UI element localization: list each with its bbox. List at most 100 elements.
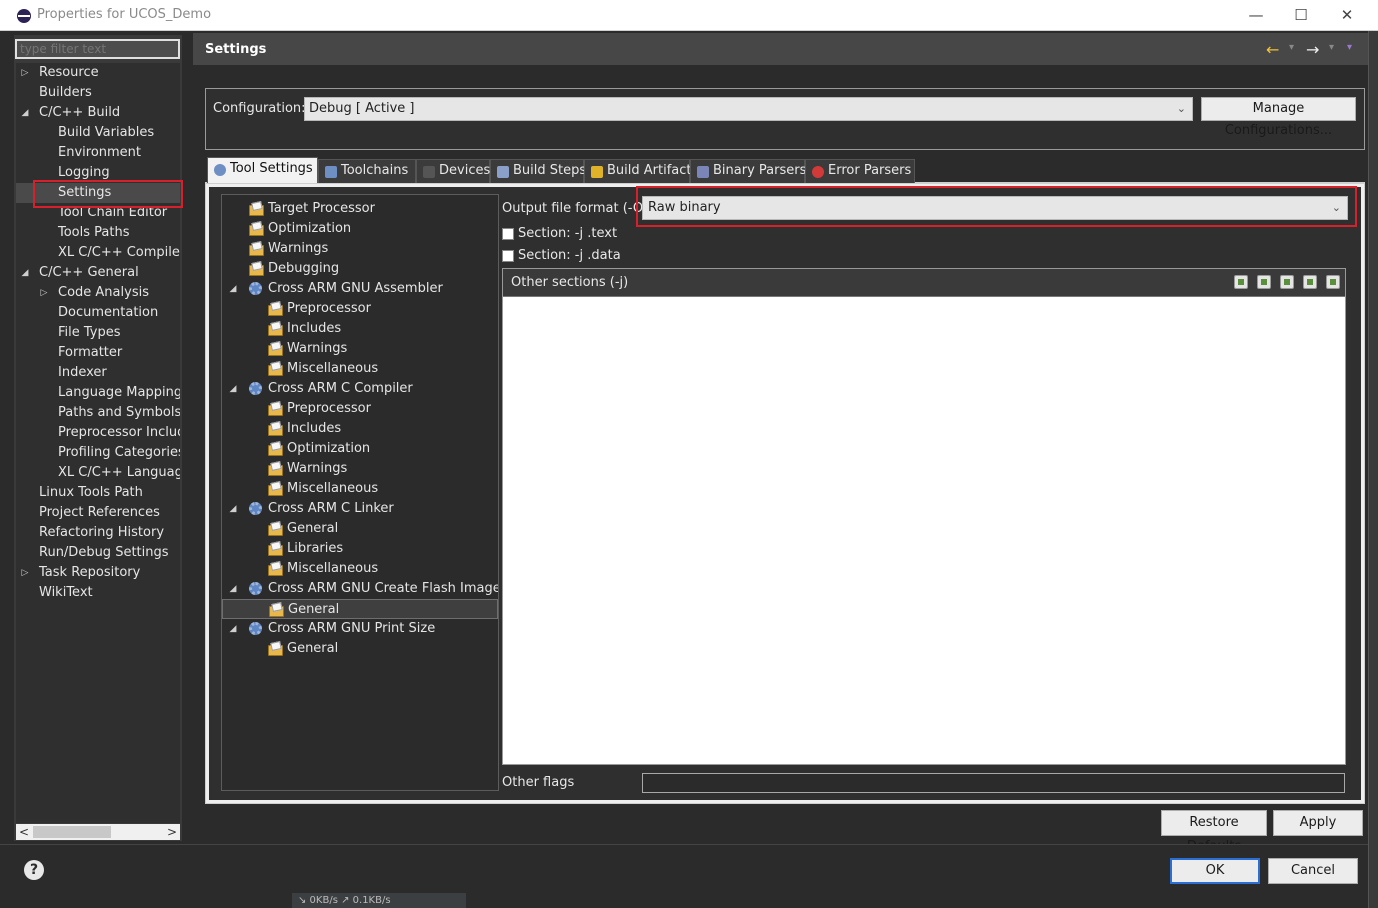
nav-item-indexer[interactable]: Indexer (16, 363, 180, 383)
binary-icon (697, 166, 709, 178)
nav-item-task-repository[interactable]: ▷ Task Repository (16, 563, 180, 583)
filter-input[interactable] (15, 39, 180, 59)
help-icon[interactable]: ? (24, 860, 44, 880)
tab-error-parsers[interactable]: Error Parsers (805, 159, 915, 183)
forward-arrow-icon[interactable]: → (1306, 40, 1319, 59)
tool-option-node[interactable]: Preprocessor (222, 399, 498, 419)
nav-item-environment[interactable]: Environment (16, 143, 180, 163)
tab-strip: Tool Settings Toolchains Devices Build Step… (205, 157, 1365, 184)
collapse-icon[interactable]: ◢ (228, 279, 238, 299)
tool-option-node[interactable]: General (222, 519, 498, 539)
expand-icon[interactable]: ▷ (20, 63, 30, 83)
close-button[interactable]: ✕ (1333, 4, 1361, 26)
edit-icon[interactable] (1280, 275, 1294, 289)
option-folder-icon (268, 322, 283, 336)
collapse-icon[interactable]: ◢ (228, 499, 238, 519)
nav-item-preprocessor-include[interactable]: Preprocessor Include (16, 423, 180, 443)
expand-icon[interactable]: ▷ (39, 283, 49, 303)
collapse-icon[interactable]: ◢ (228, 579, 238, 599)
tool-option-node[interactable]: Includes (222, 319, 498, 339)
move-down-icon[interactable] (1326, 275, 1340, 289)
maximize-button[interactable]: ☐ (1287, 4, 1315, 26)
tool-option-node[interactable]: Optimization (222, 439, 498, 459)
nav-item-builders[interactable]: Builders (16, 83, 180, 103)
tool-option-node[interactable]: Miscellaneous (222, 359, 498, 379)
tab-tool-settings[interactable]: Tool Settings (207, 157, 318, 184)
cancel-button[interactable]: Cancel (1268, 858, 1358, 884)
nav-item-xl-c-c-compiler[interactable]: XL C/C++ Compiler (16, 243, 180, 263)
tool-option-node[interactable]: Optimization (222, 219, 498, 239)
tool-option-node[interactable]: Includes (222, 419, 498, 439)
expand-icon[interactable]: ▷ (20, 563, 30, 583)
ok-button[interactable]: OK (1170, 858, 1260, 884)
collapse-icon[interactable]: ◢ (20, 263, 30, 283)
apply-button[interactable]: Apply (1273, 810, 1363, 836)
tab-devices[interactable]: Devices (416, 159, 490, 183)
nav-item-xl-c-c-language[interactable]: XL C/C++ Language (16, 463, 180, 483)
restore-defaults-button[interactable]: Restore Defaults (1161, 810, 1267, 854)
add-icon[interactable] (1234, 275, 1248, 289)
scroll-thumb[interactable] (33, 826, 111, 838)
nav-item-wikitext[interactable]: WikiText (16, 583, 180, 603)
tool-node[interactable]: ◢ Cross ARM GNU Create Flash Image (222, 579, 498, 599)
tool-node[interactable]: ◢ Cross ARM GNU Print Size (222, 619, 498, 639)
nav-item-tools-paths[interactable]: Tools Paths (16, 223, 180, 243)
tab-build-steps[interactable]: Build Steps (490, 159, 586, 183)
configuration-select[interactable]: Debug [ Active ] ⌄ (304, 97, 1193, 121)
tab-build-artifact[interactable]: Build Artifact (584, 159, 692, 183)
scroll-right-icon[interactable]: > (164, 824, 180, 840)
tool-node[interactable]: ◢ Cross ARM GNU Assembler (222, 279, 498, 299)
nav-item-documentation[interactable]: Documentation (16, 303, 180, 323)
back-dropdown-icon[interactable]: ▾ (1289, 42, 1294, 53)
tool-option-node[interactable]: Warnings (222, 339, 498, 359)
nav-item-label: Language Mappings (58, 385, 180, 400)
nav-item-project-references[interactable]: Project References (16, 503, 180, 523)
nav-item-file-types[interactable]: File Types (16, 323, 180, 343)
other-sections-list[interactable]: Other sections (-j) (502, 268, 1346, 765)
nav-item-language-mappings[interactable]: Language Mappings (16, 383, 180, 403)
move-up-icon[interactable] (1303, 275, 1317, 289)
tab-binary-parsers[interactable]: Binary Parsers (690, 159, 806, 183)
nav-item-label: Task Repository (39, 565, 141, 580)
view-menu-icon[interactable]: ▾ (1347, 42, 1352, 53)
nav-item-linux-tools-path[interactable]: Linux Tools Path (16, 483, 180, 503)
delete-icon[interactable] (1257, 275, 1271, 289)
tool-option-node[interactable]: Libraries (222, 539, 498, 559)
tool-option-node[interactable]: Target Processor (222, 199, 498, 219)
tool-option-node[interactable]: Miscellaneous (222, 479, 498, 499)
collapse-icon[interactable]: ◢ (20, 103, 30, 123)
section-text-checkbox[interactable] (502, 228, 514, 240)
tab-toolchains[interactable]: Toolchains (318, 159, 416, 183)
tool-option-node[interactable]: Miscellaneous (222, 559, 498, 579)
nav-item-c-c-build[interactable]: ◢ C/C++ Build (16, 103, 180, 123)
nav-item-profiling-categories[interactable]: Profiling Categories (16, 443, 180, 463)
tool-option-node[interactable]: General (222, 599, 498, 619)
nav-item-paths-and-symbols[interactable]: Paths and Symbols (16, 403, 180, 423)
nav-item-code-analysis[interactable]: ▷ Code Analysis (16, 283, 180, 303)
nav-item-build-variables[interactable]: Build Variables (16, 123, 180, 143)
manage-configurations-button[interactable]: Manage Configurations... (1201, 97, 1356, 138)
other-flags-input[interactable] (642, 773, 1345, 793)
horizontal-scrollbar[interactable]: < > (16, 824, 180, 840)
tool-node[interactable]: ◢ Cross ARM C Compiler (222, 379, 498, 399)
section-data-checkbox[interactable] (502, 250, 514, 262)
tool-option-node[interactable]: General (222, 639, 498, 659)
forward-dropdown-icon[interactable]: ▾ (1329, 42, 1334, 53)
tool-option-node[interactable]: Preprocessor (222, 299, 498, 319)
nav-item-c-c-general[interactable]: ◢ C/C++ General (16, 263, 180, 283)
nav-item-resource[interactable]: ▷ Resource (16, 63, 180, 83)
tool-option-node[interactable]: Warnings (222, 459, 498, 479)
collapse-icon[interactable]: ◢ (228, 619, 238, 639)
tool-node[interactable]: ◢ Cross ARM C Linker (222, 499, 498, 519)
scroll-left-icon[interactable]: < (16, 824, 32, 840)
nav-item-run-debug-settings[interactable]: Run/Debug Settings (16, 543, 180, 563)
tool-option-node[interactable]: Warnings (222, 239, 498, 259)
option-folder-icon (268, 442, 283, 456)
other-flags-label: Other flags (502, 775, 575, 790)
nav-item-formatter[interactable]: Formatter (16, 343, 180, 363)
collapse-icon[interactable]: ◢ (228, 379, 238, 399)
back-arrow-icon[interactable]: ← (1266, 40, 1279, 59)
nav-item-refactoring-history[interactable]: Refactoring History (16, 523, 180, 543)
minimize-button[interactable]: — (1242, 4, 1270, 26)
tool-option-node[interactable]: Debugging (222, 259, 498, 279)
